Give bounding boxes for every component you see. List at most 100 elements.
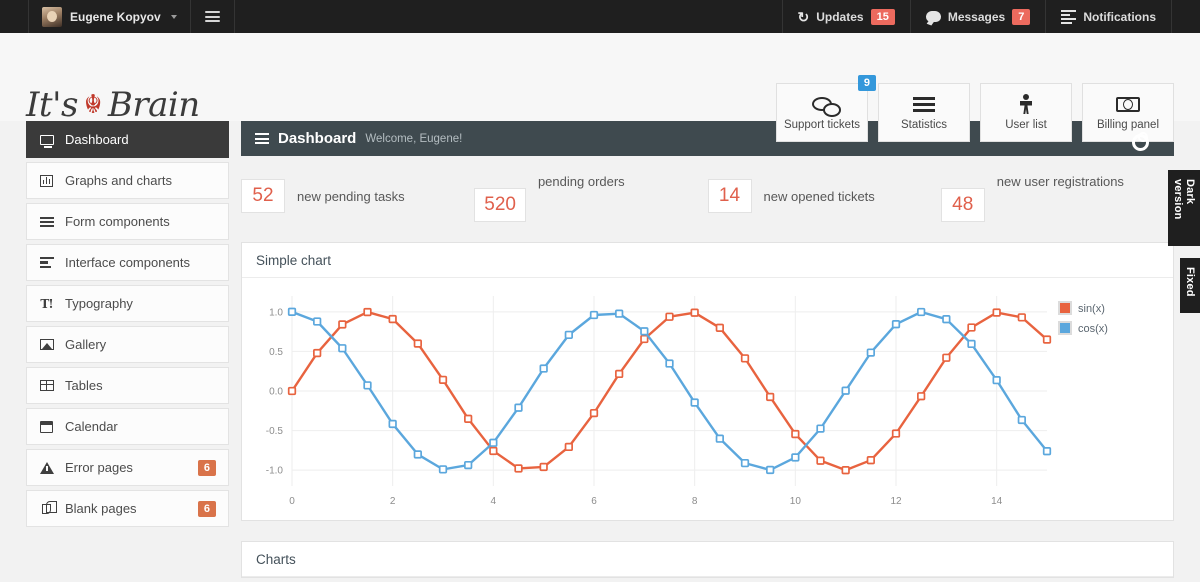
chart-svg: 1.0 0.5 0.0 -0.5 -1.0 0 2 4 6 8 10 12 14 sin(x) cos(x) <box>266 296 1108 507</box>
sidebar-item-error-pages[interactable]: Error pages 6 <box>26 449 229 486</box>
stat-value: 520 <box>474 188 526 222</box>
legend-label: cos(x) <box>1078 323 1108 335</box>
bars-icon <box>913 94 935 114</box>
user-menu[interactable]: Eugene Kopyov <box>28 0 191 33</box>
topbar-item-label: Notifications <box>1083 9 1156 24</box>
sidebar-item-typography[interactable]: T! Typography <box>26 285 229 322</box>
knot-icon: ☬ <box>83 90 102 120</box>
topbar-item-messages[interactable]: Messages 7 <box>909 0 1046 33</box>
top-navbar: Eugene Kopyov ↻ Updates 15 Messages 7 No… <box>0 0 1200 33</box>
gears-icon <box>1132 131 1149 151</box>
sidebar-item-tables[interactable]: Tables <box>26 367 229 404</box>
fixed-tab[interactable]: Fixed <box>1180 258 1200 313</box>
list-icon <box>1061 8 1077 26</box>
x-axis-tick-label: 8 <box>692 496 698 507</box>
y-axis-tick-label: 0.0 <box>269 387 283 398</box>
dark-version-tab[interactable]: Dark version <box>1168 170 1200 246</box>
sidebar-item-label: Graphs and charts <box>65 173 172 188</box>
topbar-item-updates[interactable]: ↻ Updates 15 <box>781 0 910 33</box>
chat-icon <box>925 11 941 22</box>
page-title: Dashboard <box>278 130 357 147</box>
logo-text-pre: It's <box>26 85 78 125</box>
hamburger-icon[interactable] <box>255 131 269 147</box>
avatar <box>42 6 62 27</box>
warning-icon <box>39 461 54 475</box>
charts-card: Charts <box>241 541 1174 578</box>
typography-icon: T! <box>40 296 53 311</box>
legend-swatch <box>1058 301 1072 315</box>
status-badge: 9 <box>857 75 876 91</box>
sidebar-item-interface-components[interactable]: Interface components <box>26 244 229 281</box>
user-name: Eugene Kopyov <box>70 9 161 24</box>
y-axis-tick-label: 0.5 <box>269 347 283 358</box>
stat-value: 48 <box>940 188 985 222</box>
quick-button-label: Support tickets <box>783 119 861 131</box>
y-axis-tick-label: 1.0 <box>269 307 283 318</box>
sidebar-item-form-components[interactable]: Form components <box>26 203 229 240</box>
legend-label: sin(x) <box>1078 303 1105 315</box>
topbar-right-group: ↻ Updates 15 Messages 7 Notifications <box>781 0 1200 33</box>
status-badge: 6 <box>197 500 216 517</box>
line-chart: 1.0 0.5 0.0 -0.5 -1.0 0 2 4 6 8 10 12 14 sin(x) cos(x) <box>252 284 1163 516</box>
x-axis-tick-label: 4 <box>491 496 497 507</box>
stat-pending-orders: 520 pending orders <box>474 170 707 222</box>
stat-label: new user registrations <box>996 174 1124 189</box>
stat-label: pending orders <box>537 174 625 189</box>
quick-button-billing-panel[interactable]: Billing panel <box>1082 83 1174 142</box>
sidebar-item-label: Tables <box>65 378 103 393</box>
sidebar-item-label: Gallery <box>65 337 107 352</box>
stat-value: 52 <box>241 179 285 213</box>
topbar-left-group: Eugene Kopyov <box>28 0 235 33</box>
x-axis-tick-label: 2 <box>390 496 396 507</box>
y-axis-tick-label: -1.0 <box>266 466 284 477</box>
sidebar-item-label: Error pages <box>65 460 133 475</box>
brand-logo[interactable]: It's ☬ Brain <box>26 85 200 125</box>
quick-button-statistics[interactable]: Statistics <box>878 83 970 142</box>
topbar-item-label: Messages <box>947 9 1006 24</box>
bar-chart-icon <box>39 174 54 188</box>
topbar-item-notifications[interactable]: Notifications <box>1045 0 1172 33</box>
sidebar-item-label: Blank pages <box>65 501 137 516</box>
chat-bubbles-icon <box>812 94 841 117</box>
page-header: It's ☬ Brain 9 Support tickets Statistic… <box>0 33 1200 142</box>
monitor-icon <box>39 133 54 148</box>
y-axis-tick-label: -0.5 <box>266 426 284 437</box>
sidebar-item-graphs-and-charts[interactable]: Graphs and charts <box>26 162 229 199</box>
sidebar-item-dashboard[interactable]: Dashboard <box>26 121 229 158</box>
quick-button-user-list[interactable]: User list <box>980 83 1072 142</box>
quick-button-label: User list <box>1005 119 1047 131</box>
main-content: Dashboard Welcome, Eugene! 52 new pendin… <box>241 121 1174 578</box>
card-header: Simple chart <box>242 243 1173 278</box>
legend-swatch <box>1058 321 1072 335</box>
x-axis-tick-label: 14 <box>991 496 1003 507</box>
card-title: Simple chart <box>256 252 332 268</box>
sidebar-item-label: Typography <box>65 296 133 311</box>
stat-new-pending-tasks: 52 new pending tasks <box>241 170 474 222</box>
sidebar: Dashboard Graphs and charts Form compone… <box>26 121 229 578</box>
sidebar-item-gallery[interactable]: Gallery <box>26 326 229 363</box>
chevron-down-icon <box>170 14 177 19</box>
sidebar-toggle-button[interactable] <box>191 0 235 33</box>
quick-button-support-tickets[interactable]: 9 Support tickets <box>776 75 876 142</box>
copy-icon <box>39 500 57 516</box>
logo-text-post: Brain <box>107 85 200 125</box>
calendar-icon <box>39 420 54 434</box>
card-body: 1.0 0.5 0.0 -0.5 -1.0 0 2 4 6 8 10 12 14 sin(x) cos(x) <box>242 278 1173 520</box>
x-axis-tick-label: 0 <box>289 496 295 507</box>
stat-new-user-registrations: 48 new user registrations <box>940 170 1174 222</box>
stat-label: new pending tasks <box>297 188 405 204</box>
table-icon <box>39 379 54 393</box>
page-layout: Dashboard Graphs and charts Form compone… <box>0 121 1200 578</box>
sidebar-item-blank-pages[interactable]: Blank pages 6 <box>26 490 229 527</box>
card-header: Charts <box>242 542 1173 577</box>
quick-button-label: Billing panel <box>1096 119 1159 131</box>
sidebar-item-calendar[interactable]: Calendar <box>26 408 229 445</box>
topbar-item-label: Updates <box>816 9 864 24</box>
quick-button-label: Statistics <box>900 119 947 131</box>
welcome-text: Welcome, Eugene! <box>365 132 463 145</box>
image-icon <box>39 338 54 352</box>
sidebar-item-label: Interface components <box>65 255 191 270</box>
sidebar-item-label: Dashboard <box>65 132 129 147</box>
stat-value: 14 <box>707 179 752 213</box>
sidebar-item-label: Calendar <box>65 419 118 434</box>
